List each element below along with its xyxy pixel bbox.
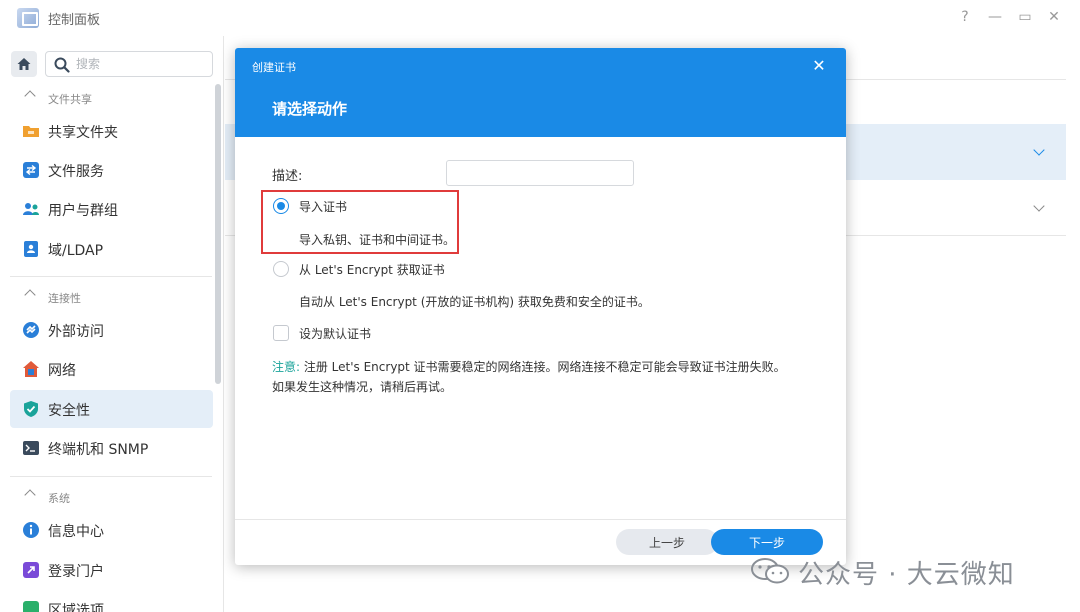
sidebar-item-label: 登录门户: [48, 564, 104, 580]
previous-button[interactable]: 上一步: [616, 529, 718, 555]
sidebar-item-external-access[interactable]: 外部访问: [10, 311, 213, 349]
domain-ldap-icon: [22, 240, 40, 258]
sidebar-item-info-center[interactable]: 信息中心: [10, 511, 213, 549]
section-label: 文件共享: [48, 93, 92, 106]
window-titlebar: 控制面板 ? — ▭ ✕: [0, 0, 1080, 36]
regional-options-icon: [22, 600, 40, 612]
home-icon: [17, 58, 31, 70]
sidebar-item-label: 文件服务: [48, 164, 104, 180]
section-header-system[interactable]: 系统: [0, 486, 214, 510]
chevron-down-icon[interactable]: [1033, 200, 1045, 212]
search-input[interactable]: [76, 55, 206, 73]
control-panel-app-icon: [17, 8, 39, 28]
sidebar-item-regional-options[interactable]: 区域选项: [10, 590, 213, 612]
close-window-icon[interactable]: ✕: [1045, 8, 1063, 26]
description-label: 描述:: [272, 169, 303, 184]
sidebar-item-users-groups[interactable]: 用户与群组: [10, 190, 213, 228]
sidebar-item-label: 共享文件夹: [48, 125, 118, 141]
dialog-header: 创建证书 ✕ 请选择动作: [235, 48, 846, 137]
close-icon[interactable]: ✕: [809, 56, 829, 76]
minimize-icon[interactable]: —: [986, 8, 1004, 26]
shared-folder-icon: [22, 122, 40, 140]
watermark-text: 公众号 · 大云微知: [798, 560, 1015, 590]
option-import-label[interactable]: 导入证书: [299, 198, 347, 215]
sidebar-item-label: 用户与群组: [48, 203, 118, 219]
sidebar-item-label: 信息中心: [48, 524, 104, 540]
sidebar-item-security[interactable]: 安全性: [10, 390, 213, 428]
chevron-down-icon[interactable]: [1033, 144, 1045, 156]
chevron-up-icon: [24, 289, 36, 301]
description-input[interactable]: [446, 160, 634, 186]
sidebar-divider: [10, 276, 212, 277]
sidebar-item-login-portal[interactable]: 登录门户: [10, 551, 213, 589]
window-title: 控制面板: [48, 13, 101, 28]
sidebar: 文件共享 共享文件夹 文件服务 用户与群组 域/LDAP 连接性 外部访问: [0, 36, 224, 612]
wechat-icon: [751, 558, 789, 584]
info-center-icon: [22, 521, 40, 539]
sidebar-item-label: 区域选项: [48, 603, 104, 612]
sidebar-scrollbar[interactable]: [215, 84, 221, 384]
users-groups-icon: [22, 200, 40, 218]
dialog-heading: 请选择动作: [272, 100, 348, 118]
note-line2: 如果发生这种情况，请稍后再试。: [272, 380, 453, 394]
file-services-icon: [22, 161, 40, 179]
maximize-icon[interactable]: ▭: [1016, 8, 1034, 26]
sidebar-item-file-services[interactable]: 文件服务: [10, 151, 213, 189]
sidebar-item-network[interactable]: 网络: [10, 350, 213, 388]
login-portal-icon: [22, 561, 40, 579]
sidebar-item-domain-ldap[interactable]: 域/LDAP: [10, 230, 213, 268]
radio-lets-encrypt[interactable]: [273, 261, 289, 277]
option-lets-encrypt-desc: 自动从 Let's Encrypt (开放的证书机构) 获取免费和安全的证书。: [299, 295, 650, 309]
note-key: 注意:: [272, 360, 301, 374]
sidebar-item-label: 域/LDAP: [48, 243, 104, 259]
chevron-up-icon: [24, 489, 36, 501]
section-label: 系统: [48, 492, 70, 505]
section-label: 连接性: [48, 292, 81, 305]
external-access-icon: [22, 321, 40, 339]
sidebar-item-shared-folder[interactable]: 共享文件夹: [10, 112, 213, 150]
note-text: 注意: 注册 Let's Encrypt 证书需要稳定的网络连接。网络连接不稳定…: [272, 357, 832, 397]
sidebar-item-terminal-snmp[interactable]: 终端机和 SNMP: [10, 429, 213, 467]
help-icon[interactable]: ?: [956, 8, 974, 26]
sidebar-item-label: 终端机和 SNMP: [48, 442, 149, 458]
option-lets-encrypt-label[interactable]: 从 Let's Encrypt 获取证书: [299, 261, 445, 278]
section-header-file-sharing[interactable]: 文件共享: [0, 87, 214, 111]
sidebar-item-label: 网络: [48, 363, 76, 379]
section-header-connectivity[interactable]: 连接性: [0, 286, 214, 310]
security-shield-icon: [22, 400, 40, 418]
watermark: 公众号 · 大云微知: [748, 552, 1048, 590]
search-icon: [54, 57, 70, 73]
sidebar-item-label: 外部访问: [48, 324, 104, 340]
chevron-up-icon: [24, 90, 36, 102]
sidebar-divider: [10, 476, 212, 477]
option-import-desc: 导入私钥、证书和中间证书。: [299, 233, 456, 247]
note-line1: 注册 Let's Encrypt 证书需要稳定的网络连接。网络连接不稳定可能会导…: [300, 360, 786, 374]
home-button[interactable]: [11, 51, 37, 77]
dialog-window-title: 创建证书: [252, 61, 296, 74]
sidebar-item-label: 安全性: [48, 403, 90, 419]
network-icon: [22, 360, 40, 378]
default-certificate-checkbox[interactable]: [273, 325, 289, 341]
create-certificate-dialog: 创建证书 ✕ 请选择动作 描述: 导入证书 导入私钥、证书和中间证书。 从 Le…: [235, 48, 846, 565]
search-box[interactable]: [45, 51, 213, 77]
default-certificate-label[interactable]: 设为默认证书: [299, 325, 371, 342]
dialog-footer-divider: [235, 519, 846, 520]
terminal-icon: [22, 439, 40, 457]
radio-import-certificate[interactable]: [273, 198, 289, 214]
